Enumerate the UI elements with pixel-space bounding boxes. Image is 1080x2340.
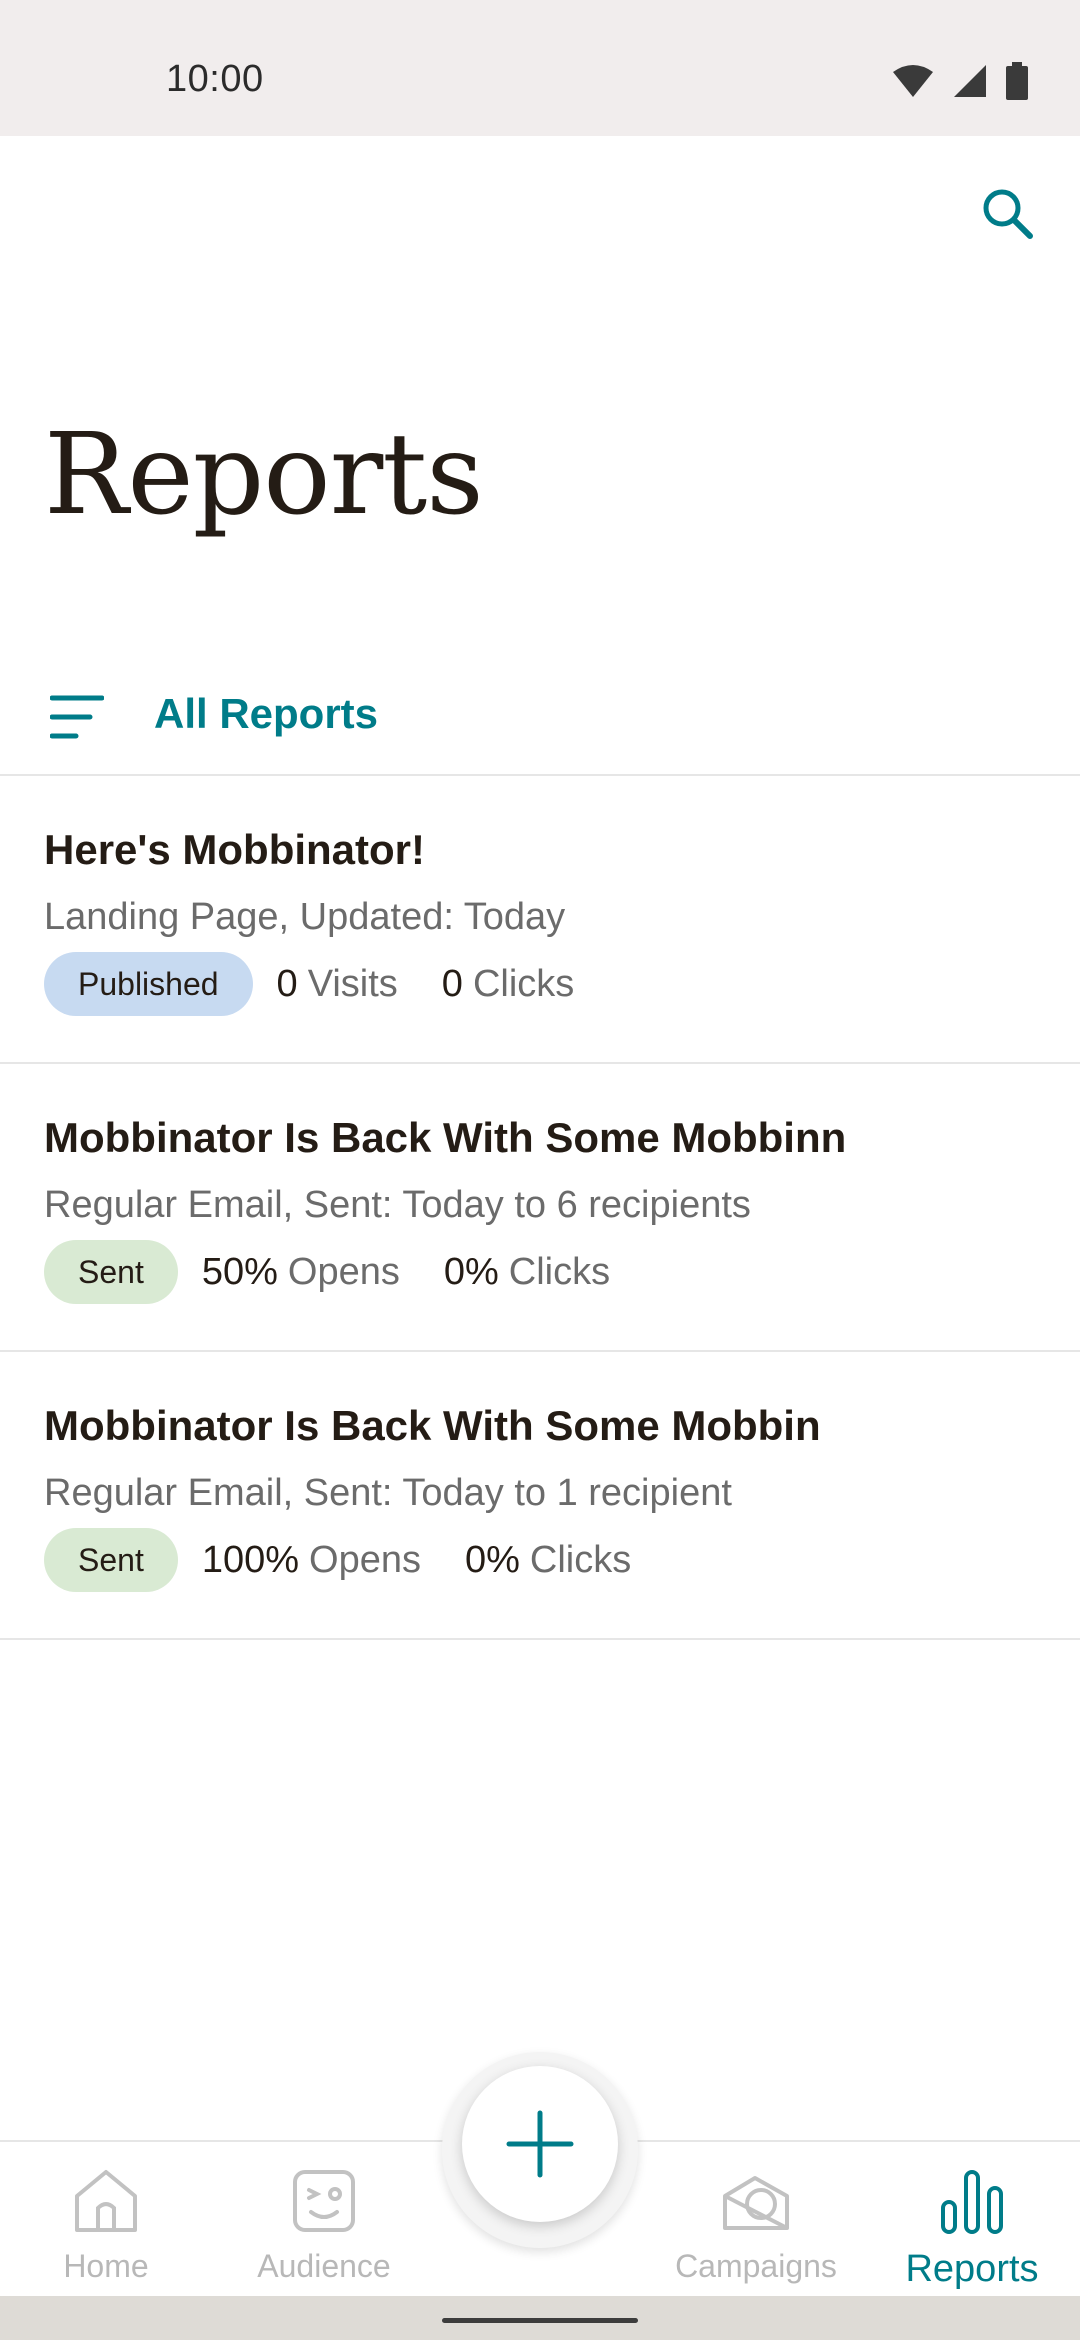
nav-label: Reports — [905, 2248, 1039, 2290]
battery-icon — [1006, 62, 1028, 100]
nav-label: Audience — [257, 2248, 391, 2284]
report-title: Mobbinator Is Back With Some Mobbinn — [44, 1114, 847, 1161]
gesture-area — [0, 2296, 1080, 2340]
report-stats: Sent 50% Opens 0% Clicks — [44, 1240, 610, 1304]
stat-clicks: 0% Clicks — [444, 1251, 610, 1294]
stat-value: 100% — [201, 1538, 300, 1581]
report-subtitle: Regular Email, Sent: Today to 6 recipien… — [44, 1184, 751, 1226]
status-badge: Published — [44, 952, 253, 1016]
wifi-icon — [893, 65, 933, 97]
stat-visits: 0 Visits — [277, 963, 398, 1006]
stat-label: Opens — [309, 1538, 421, 1581]
stat-label: Visits — [307, 962, 398, 1005]
status-icons — [892, 62, 1028, 100]
signal-icon — [954, 65, 986, 97]
nav-campaigns[interactable]: Campaigns — [666, 2166, 846, 2296]
plus-icon — [506, 2110, 574, 2178]
nav-audience[interactable]: Audience — [234, 2166, 414, 2296]
status-badge: Sent — [44, 1240, 178, 1304]
home-icon — [75, 2170, 137, 2232]
stat-label: Opens — [287, 1250, 400, 1293]
nav-home[interactable]: Home — [16, 2166, 196, 2296]
report-stats: Sent 100% Opens 0% Clicks — [44, 1528, 631, 1592]
report-item[interactable]: Mobbinator Is Back With Some Mobbinn Reg… — [0, 1064, 1080, 1352]
reports-icon — [941, 2170, 1003, 2234]
filter-label: All Reports — [154, 690, 379, 737]
search-button[interactable] — [972, 178, 1042, 248]
search-icon — [983, 189, 1033, 239]
stat-label: Clicks — [508, 1250, 611, 1293]
report-title: Here's Mobbinator! — [44, 826, 426, 873]
report-subtitle: Regular Email, Sent: Today to 1 recipien… — [44, 1472, 732, 1514]
status-badge: Sent — [44, 1528, 178, 1592]
stat-value: 0% — [443, 1250, 499, 1293]
stat-clicks: 0% Clicks — [465, 1539, 631, 1582]
nav-reports[interactable]: Reports — [882, 2166, 1062, 2296]
create-button[interactable] — [462, 2066, 618, 2222]
stat-value: 0 — [441, 962, 463, 1005]
report-subtitle: Landing Page, Updated: Today — [44, 896, 566, 938]
nav-label: Campaigns — [675, 2248, 837, 2284]
status-bar: 10:00 — [0, 0, 1080, 136]
filter-all-reports[interactable]: All Reports — [0, 660, 1080, 776]
audience-icon — [293, 2170, 355, 2232]
campaigns-icon — [723, 2176, 789, 2230]
stat-value: 0% — [465, 1538, 520, 1581]
stat-label: Clicks — [529, 1538, 632, 1581]
page-title: Reports — [44, 410, 484, 540]
report-title: Mobbinator Is Back With Some Mobbin — [44, 1402, 821, 1449]
filter-icon — [50, 695, 104, 739]
gesture-handle[interactable] — [442, 2318, 638, 2323]
report-stats: Published 0 Visits 0 Clicks — [44, 952, 574, 1016]
report-item[interactable]: Here's Mobbinator! Landing Page, Updated… — [0, 776, 1080, 1064]
status-time: 10:00 — [166, 58, 264, 100]
nav-label: Home — [63, 2248, 149, 2284]
stat-value: 0 — [276, 962, 298, 1005]
stat-value: 50% — [201, 1250, 278, 1293]
report-item[interactable]: Mobbinator Is Back With Some Mobbin Regu… — [0, 1352, 1080, 1640]
stat-opens: 50% Opens — [202, 1251, 400, 1294]
stat-clicks: 0 Clicks — [442, 963, 574, 1006]
stat-opens: 100% Opens — [202, 1539, 421, 1582]
stat-label: Clicks — [472, 962, 575, 1005]
